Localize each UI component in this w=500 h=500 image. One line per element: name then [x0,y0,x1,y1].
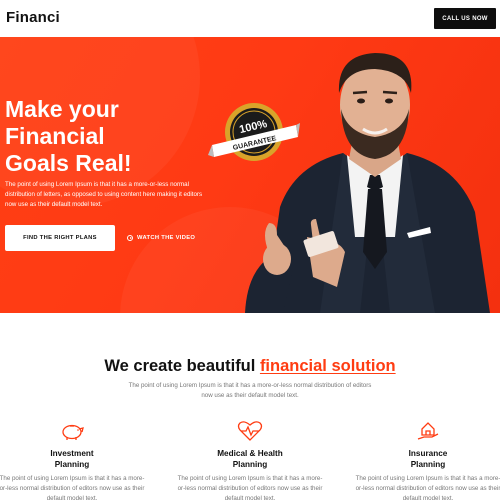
businessman-photo [245,53,490,313]
service-title-line: Investment [50,449,94,458]
section-heading-accent: financial solution [259,357,396,375]
heart-pulse-icon [237,421,263,441]
hero-headline: Make your Financial Goals Real! [5,96,205,177]
service-title: Medical & Health Planning [175,448,325,470]
call-us-button[interactable]: CALL US NOW [434,8,496,29]
section-heading-plain: We create beautiful [104,357,260,375]
hero-headline-line: Goals Real! [5,150,132,176]
service-description: The point of using Lorem Ipsum is that i… [177,475,323,500]
hero-banner: Make your Financial Goals Real! The poin… [0,37,500,313]
watch-video-link[interactable]: WATCH THE VIDEO [127,232,195,244]
section-heading: We create beautiful financial solution [0,357,500,376]
guarantee-badge: 100% GUARANTEE [208,103,300,161]
hero-headline-line: Make your [5,96,119,122]
service-title-line: Planning [232,460,268,469]
hero-description: The point of using Lorem Ipsum is that i… [5,181,203,208]
watch-video-label: WATCH THE VIDEO [137,235,196,241]
service-description: The point of using Lorem Ipsum is that i… [0,475,145,500]
hero-headline-line: Financial [5,123,105,149]
section-description: The point of using Lorem Ipsum is that i… [128,382,372,399]
find-plans-button[interactable]: FIND THE RIGHT PLANS [5,225,115,251]
piggy-bank-icon [62,424,84,440]
service-card-medical: Medical & Health Planning The point of u… [175,420,325,500]
service-description: The point of using Lorem Ipsum is that i… [355,475,500,500]
service-card-insurance: Insurance Planning The point of using Lo… [353,420,500,500]
service-card-investment: Investment Planning The point of using L… [0,420,147,500]
service-title-line: Medical & Health [217,449,283,458]
service-title-line: Insurance [408,449,448,458]
service-title: Investment Planning [0,448,147,470]
site-logo[interactable]: Financi [6,9,60,26]
service-title-line: Planning [410,460,446,469]
house-hand-icon [417,422,439,440]
service-title: Insurance Planning [353,448,500,470]
service-title-line: Planning [54,460,90,469]
top-navbar: Financi CALL US NOW [0,0,500,37]
play-circle-icon [127,235,133,241]
